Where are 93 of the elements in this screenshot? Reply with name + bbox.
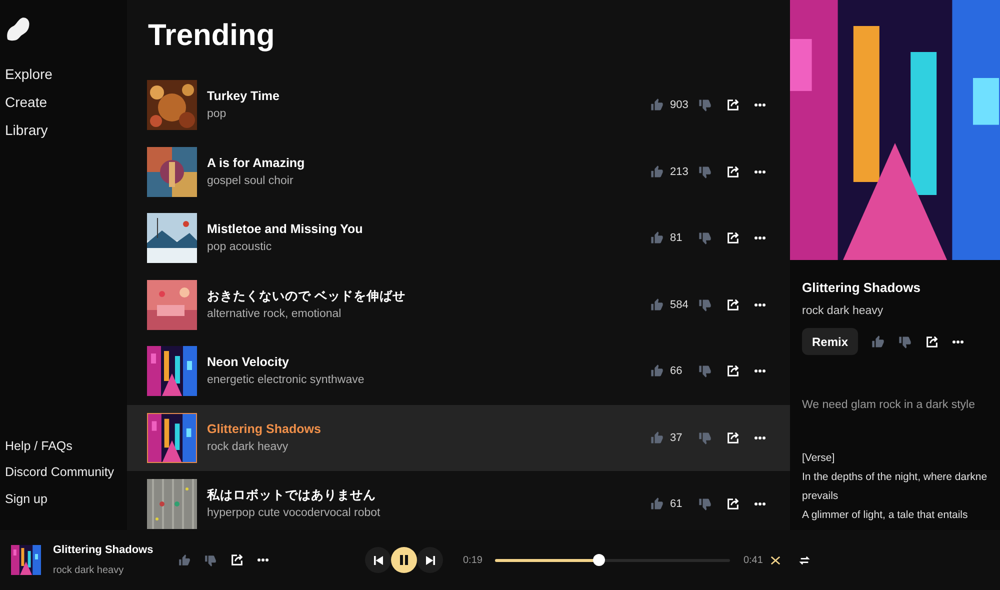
footer-link[interactable]: Help / FAQs (0, 432, 127, 459)
player-tags: rock dark heavy (53, 562, 178, 578)
song-title: Glittering Shadows (802, 279, 922, 297)
nav-link[interactable]: Create (0, 88, 127, 116)
song-tags: gospel soul choir (207, 172, 650, 190)
repeat-icon[interactable] (798, 554, 810, 566)
thumbs-up-icon[interactable] (650, 298, 664, 312)
thumbs-up-icon[interactable] (650, 98, 664, 112)
lyrics-line: prevails (802, 488, 838, 504)
song-title[interactable]: おきたくないので ベッドを伸ばせ (207, 286, 650, 305)
prompt-text: We need glam rock in a dark style (802, 398, 976, 414)
song-row[interactable]: おきたくないので ベッドを伸ばせ alternative rock, emotional 584 (127, 272, 790, 338)
like-count: 61 (669, 497, 684, 512)
thumbs-up-icon[interactable] (178, 554, 191, 566)
song-tags: rock dark heavy (802, 303, 998, 320)
thumbs-down-icon[interactable] (898, 334, 912, 349)
song-tags: rock dark heavy (207, 438, 650, 456)
song-title[interactable]: 私はロボットではありません (207, 486, 650, 504)
share-icon[interactable] (925, 334, 940, 349)
more-icon[interactable] (754, 170, 766, 174)
remix-button[interactable]: Remix (802, 328, 858, 356)
nav-link[interactable]: Library (0, 116, 127, 144)
song-row[interactable]: Glittering Shadows rock dark heavy 37 (127, 404, 790, 471)
share-icon[interactable] (726, 298, 740, 312)
progress-handle[interactable] (592, 554, 605, 566)
thumbs-up-icon[interactable] (650, 364, 664, 378)
like-count: 81 (669, 231, 684, 246)
like-count: 584 (669, 298, 690, 312)
song-title[interactable]: Glittering Shadows (207, 420, 650, 438)
thumbs-down-icon[interactable] (698, 231, 712, 246)
song-title[interactable]: Neon Velocity (207, 353, 650, 372)
page-title: Trending (147, 18, 276, 54)
thumbs-down-icon[interactable] (698, 298, 712, 312)
lyrics-line: In the depths of the night, where darkne (802, 470, 988, 484)
thumbs-down-icon[interactable] (204, 554, 217, 566)
more-icon[interactable] (754, 236, 766, 240)
thumbs-up-icon[interactable] (871, 334, 886, 349)
more-icon[interactable] (257, 558, 269, 562)
song-row[interactable]: A is for Amazing gospel soul choir 213 (127, 138, 790, 205)
skip-back-icon (374, 556, 382, 564)
like-count: 66 (669, 364, 684, 379)
share-icon[interactable] (726, 430, 740, 445)
thumbs-down-icon[interactable] (698, 430, 712, 445)
like-count: 903 (669, 98, 690, 113)
lyrics-line: A glimmer of light, a tale that entails (802, 508, 968, 522)
thumbs-down-icon[interactable] (698, 497, 712, 512)
elapsed-time: 0:19 (463, 554, 482, 568)
thumbs-up-icon[interactable] (650, 231, 664, 246)
shuffle-icon[interactable] (770, 554, 781, 566)
like-count: 37 (669, 430, 684, 446)
song-title[interactable]: A is for Amazing (207, 154, 650, 172)
thumbs-up-icon[interactable] (650, 164, 664, 179)
lyrics-line: [Verse] (802, 450, 835, 466)
share-icon[interactable] (726, 164, 740, 179)
share-icon[interactable] (726, 497, 740, 512)
footer-link[interactable]: Discord Community (0, 459, 127, 486)
song-tags: pop acoustic (207, 238, 650, 256)
song-title[interactable]: Mistletoe and Missing You (207, 220, 650, 238)
more-icon[interactable] (754, 502, 766, 506)
more-icon[interactable] (754, 369, 766, 374)
song-tags: pop (207, 105, 650, 124)
song-tags: energetic electronic synthwave (207, 371, 650, 390)
song-row[interactable]: Turkey Time pop 903 (127, 72, 790, 138)
song-row[interactable]: 私はロボットではありません hyperpop cute vocodervocal robot 61 (127, 471, 790, 530)
more-icon[interactable] (754, 103, 766, 108)
duration-time: 0:41 (743, 554, 763, 568)
song-row[interactable]: Neon Velocity energetic electronic synthwave 66 (127, 338, 790, 404)
thumbs-down-icon[interactable] (698, 364, 712, 378)
share-icon[interactable] (726, 98, 740, 112)
logo-icon[interactable] (5, 16, 31, 42)
thumbs-up-icon[interactable] (650, 430, 664, 445)
player-title: Glittering Shadows (53, 543, 154, 558)
song-tags: hyperpop cute vocodervocal robot (207, 504, 650, 522)
thumbs-up-icon[interactable] (650, 497, 664, 512)
thumbs-down-icon[interactable] (698, 164, 712, 179)
song-row[interactable]: Mistletoe and Missing You pop acoustic 81 (127, 205, 790, 272)
thumbs-down-icon[interactable] (698, 98, 712, 112)
more-icon[interactable] (952, 340, 964, 344)
skip-forward-icon (426, 556, 434, 564)
share-icon[interactable] (726, 231, 740, 246)
nav-link[interactable]: Explore (0, 60, 127, 88)
song-tags: alternative rock, emotional (207, 304, 650, 323)
share-icon[interactable] (726, 364, 740, 378)
previous-button[interactable] (365, 547, 391, 573)
pause-icon (399, 555, 409, 565)
song-title[interactable]: Turkey Time (207, 87, 650, 106)
more-icon[interactable] (754, 302, 766, 307)
share-icon[interactable] (230, 553, 244, 567)
more-icon[interactable] (754, 436, 766, 440)
like-count: 213 (669, 164, 690, 180)
footer-link[interactable]: Sign up (0, 486, 127, 512)
play-pause-button[interactable] (391, 547, 417, 573)
next-button[interactable] (417, 547, 443, 573)
